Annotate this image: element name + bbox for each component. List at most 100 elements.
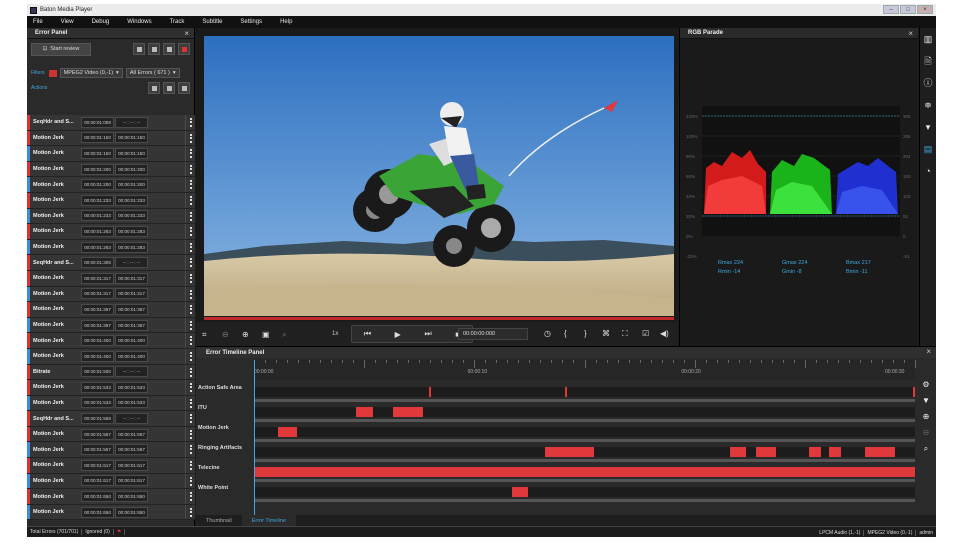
error-row[interactable]: Motion Jerk 00:00:01:400 00:00:01:400	[27, 348, 195, 365]
fit-icon[interactable]: ▣	[262, 330, 270, 339]
menu-windows[interactable]: Windows	[127, 19, 151, 25]
more-options-icon[interactable]	[190, 445, 192, 455]
timeline-track[interactable]	[254, 467, 915, 477]
more-options-icon[interactable]	[190, 414, 192, 424]
error-row[interactable]: Motion Jerk 00:00:01:567 00:00:01:567	[27, 426, 195, 443]
error-row[interactable]: Motion Jerk 00:00:01:533 00:00:01:533	[27, 395, 195, 412]
minimize-button[interactable]: –	[883, 5, 899, 14]
menu-settings[interactable]: Settings	[240, 19, 262, 25]
menu-subtitle[interactable]: Subtitle	[202, 19, 222, 25]
next-frame-icon[interactable]: ⏭	[424, 329, 431, 339]
more-options-icon[interactable]	[190, 461, 192, 471]
more-options-icon[interactable]	[190, 133, 192, 143]
timeline-playhead[interactable]	[254, 360, 255, 515]
timecode-display[interactable]: 00:00:00:000	[458, 328, 528, 340]
menu-view[interactable]: View	[61, 19, 74, 25]
more-options-icon[interactable]	[190, 383, 192, 393]
menu-track[interactable]: Track	[170, 19, 185, 25]
loop-icon[interactable]: ⌘	[602, 329, 610, 338]
error-segment[interactable]	[809, 447, 822, 457]
action-edit-icon[interactable]	[148, 82, 160, 94]
more-options-icon[interactable]	[190, 258, 192, 268]
more-options-icon[interactable]	[190, 492, 192, 502]
more-options-icon[interactable]	[190, 367, 192, 377]
rgb-parade-icon[interactable]: ▤	[920, 138, 936, 160]
action-paste-icon[interactable]	[178, 82, 190, 94]
mark-out-icon[interactable]: }	[584, 329, 587, 338]
vectorscope-icon[interactable]: ◔	[920, 160, 936, 182]
error-segment[interactable]	[278, 427, 297, 437]
marker-icon[interactable]	[133, 43, 145, 55]
maximize-button[interactable]: □	[900, 5, 916, 14]
timeline-track[interactable]	[254, 427, 915, 437]
close-window-button[interactable]: ×	[917, 5, 933, 14]
error-row[interactable]: Motion Jerk 00:00:01:283 00:00:01:283	[27, 224, 195, 240]
action-copy-icon[interactable]	[163, 82, 175, 94]
error-row[interactable]: SeqHdr and S... 00:00:01:308 -- : -- : --	[27, 255, 195, 271]
close-icon[interactable]: ×	[184, 29, 189, 38]
zoom-out-icon[interactable]: ⊖	[916, 428, 936, 444]
more-options-icon[interactable]	[190, 320, 192, 330]
more-options-icon[interactable]	[190, 118, 192, 127]
timeline-ruler[interactable]: 00:00:00 00:00:10 00:00:20 00:00:30	[254, 360, 916, 380]
more-options-icon[interactable]	[190, 180, 192, 190]
more-options-icon[interactable]	[190, 429, 192, 439]
video-stream[interactable]: MPEG2 Video (0,-1)	[864, 529, 917, 536]
error-segment[interactable]	[429, 387, 432, 397]
info-icon[interactable]: ⓘ	[920, 72, 936, 94]
more-options-icon[interactable]	[190, 273, 192, 283]
speed-label[interactable]: 1x	[332, 331, 338, 337]
flag-icon[interactable]: ⚑	[114, 529, 126, 535]
error-row[interactable]: SeqHdr and S... 00:00:01:058 -- : -- : --	[27, 115, 195, 131]
zoom-in-icon[interactable]: ⊕	[916, 412, 936, 428]
document-icon[interactable]	[148, 43, 160, 55]
more-options-icon[interactable]	[190, 398, 192, 408]
timeline-track[interactable]	[254, 447, 915, 457]
video-frame[interactable]	[204, 36, 674, 316]
clock-icon[interactable]: ◷	[544, 329, 551, 338]
pdf-report-icon[interactable]	[178, 43, 190, 55]
start-review-button[interactable]: ⊡ Start review	[31, 42, 91, 56]
error-row[interactable]: Motion Jerk 00:00:01:233 00:00:01:233	[27, 192, 195, 209]
close-icon[interactable]: ×	[926, 347, 931, 356]
close-icon[interactable]: ×	[908, 29, 913, 38]
snapshot-icon[interactable]: ☑	[642, 329, 649, 338]
more-options-icon[interactable]	[190, 227, 192, 237]
error-row[interactable]: Bitrate 00:00:01:500 -- : -- : --	[27, 364, 195, 381]
error-segment[interactable]	[865, 447, 896, 457]
error-row[interactable]: Motion Jerk 00:00:01:400 00:00:01:400	[27, 333, 195, 349]
marker-pin-icon[interactable]: ▾	[920, 116, 936, 138]
menu-help[interactable]: Help	[280, 19, 292, 25]
error-segment[interactable]	[254, 467, 915, 477]
play-icon[interactable]: ▶	[395, 330, 401, 339]
fullscreen-icon[interactable]: ⛶	[622, 329, 628, 339]
more-options-icon[interactable]	[190, 211, 192, 221]
error-segment[interactable]	[913, 387, 915, 397]
error-row[interactable]: Motion Jerk 00:00:01:200 00:00:01:200	[27, 161, 195, 178]
more-options-icon[interactable]	[190, 507, 192, 517]
audio-stream[interactable]: LPCM Audio (1,-1)	[816, 529, 865, 536]
magnify-icon[interactable]: ⌕	[282, 330, 286, 340]
timeline-track[interactable]	[254, 407, 915, 417]
more-options-icon[interactable]	[190, 336, 192, 346]
zoom-in-icon[interactable]: ⊕	[242, 330, 249, 339]
error-row[interactable]: Motion Jerk 00:00:01:200 00:00:01:200	[27, 177, 195, 193]
menu-file[interactable]: File	[33, 19, 43, 25]
error-segment[interactable]	[829, 447, 841, 457]
more-options-icon[interactable]	[190, 242, 192, 252]
export-icon[interactable]	[163, 43, 175, 55]
stream-filter-dropdown[interactable]: MPEG2 Video (0,-1) ▾	[59, 68, 123, 78]
more-options-icon[interactable]	[190, 351, 192, 361]
timeline-track[interactable]	[254, 487, 915, 497]
error-row[interactable]: Motion Jerk 00:00:01:233 00:00:01:233	[27, 208, 195, 225]
error-row[interactable]: Motion Jerk 00:00:01:533 00:00:01:533	[27, 380, 195, 396]
error-segment[interactable]	[756, 447, 777, 457]
search-icon[interactable]: ⌕	[916, 444, 936, 460]
error-row[interactable]: Motion Jerk 00:00:01:567 00:00:01:567	[27, 442, 195, 459]
error-row[interactable]: Motion Jerk 00:00:01:317 00:00:01:317	[27, 270, 195, 287]
error-row[interactable]: Motion Jerk 00:00:01:367 00:00:01:367	[27, 317, 195, 334]
error-row[interactable]: Motion Jerk 00:00:01:283 00:00:01:283	[27, 239, 195, 256]
more-options-icon[interactable]	[190, 305, 192, 315]
crop-icon[interactable]: ⌗	[202, 330, 207, 340]
error-row[interactable]: Motion Jerk 00:00:01:150 00:00:01:150	[27, 146, 195, 162]
